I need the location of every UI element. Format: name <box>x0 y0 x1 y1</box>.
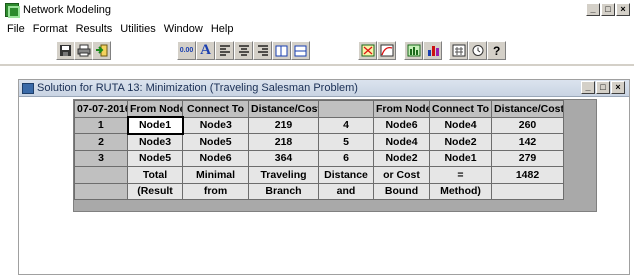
table-cell[interactable]: Node4 <box>373 133 430 151</box>
table-cell[interactable]: or Cost <box>373 166 430 184</box>
table-cell[interactable]: 219 <box>248 116 319 134</box>
table-cell[interactable]: Minimal <box>182 166 249 184</box>
row-header[interactable] <box>74 166 128 184</box>
align-left-icon[interactable] <box>215 41 234 60</box>
title-bar: Network Modeling _ □ × <box>0 0 634 20</box>
results-table: 07-07-2016 From Node Connect To Distance… <box>74 100 564 200</box>
table-cell[interactable]: Node4 <box>429 116 492 134</box>
header-row: 07-07-2016 From Node Connect To Distance… <box>74 100 564 118</box>
decimal-format-icon[interactable]: 0.00 <box>177 41 196 60</box>
table-cell[interactable]: = <box>429 166 492 184</box>
child-close-button[interactable]: × <box>611 81 625 94</box>
toolbar: 0.00 A ? <box>0 37 634 65</box>
application-window: Network Modeling _ □ × File Format Resul… <box>0 0 634 275</box>
date-header[interactable]: 07-07-2016 <box>74 100 128 118</box>
summary-row: Total Minimal Traveling Distance or Cost… <box>74 166 564 184</box>
column-header[interactable] <box>318 100 374 118</box>
solution-window: Solution for RUTA 13: Minimization (Trav… <box>18 79 630 275</box>
child-window-controls: _ □ × <box>581 81 625 94</box>
table-cell[interactable]: Node5 <box>127 149 183 167</box>
child-minimize-button[interactable]: _ <box>581 81 595 94</box>
window-icon <box>22 82 34 94</box>
menu-file[interactable]: File <box>4 23 30 35</box>
column-chart-icon[interactable] <box>423 41 442 60</box>
column-header[interactable]: From Node <box>373 100 430 118</box>
table-row: 3 Node5 Node6 364 6 Node2 Node1 279 <box>74 149 564 167</box>
column-header[interactable]: Distance/Cost <box>248 100 319 118</box>
table-cell[interactable]: 364 <box>248 149 319 167</box>
menu-help[interactable]: Help <box>208 23 239 35</box>
table-cell[interactable]: and <box>318 182 374 200</box>
table-cell[interactable]: Method) <box>429 182 492 200</box>
close-button[interactable]: × <box>616 3 630 16</box>
curve-chart-icon[interactable] <box>377 41 396 60</box>
table-cell[interactable]: Node6 <box>182 149 249 167</box>
table-cell[interactable]: Node2 <box>373 149 430 167</box>
menu-utilities[interactable]: Utilities <box>117 23 160 35</box>
table-cell[interactable]: Total <box>127 166 183 184</box>
table-cell[interactable]: 4 <box>318 116 374 134</box>
minimize-button[interactable]: _ <box>586 3 600 16</box>
table-row: 1 Node1 Node3 219 4 Node6 Node4 260 <box>74 116 564 135</box>
help-icon[interactable]: ? <box>487 41 506 60</box>
table-cell[interactable]: 218 <box>248 133 319 151</box>
maximize-button[interactable]: □ <box>601 3 615 16</box>
total-cost-cell[interactable]: 1482 <box>491 166 564 184</box>
network-graph-icon[interactable] <box>358 41 377 60</box>
row-header[interactable] <box>74 182 128 200</box>
table-cell[interactable]: Traveling <box>248 166 319 184</box>
column-width-icon[interactable] <box>272 41 291 60</box>
window-controls: _ □ × <box>586 3 630 16</box>
menu-window[interactable]: Window <box>161 23 208 35</box>
table-cell-selected[interactable]: Node1 <box>126 116 184 135</box>
child-maximize-button[interactable]: □ <box>596 81 610 94</box>
table-cell[interactable]: Node2 <box>429 133 492 151</box>
row-height-icon[interactable] <box>291 41 310 60</box>
app-title: Network Modeling <box>23 4 112 16</box>
mdi-workspace: Solution for RUTA 13: Minimization (Trav… <box>0 66 634 275</box>
font-icon[interactable]: A <box>196 41 215 60</box>
solution-window-title-bar[interactable]: Solution for RUTA 13: Minimization (Trav… <box>19 80 629 97</box>
table-cell[interactable]: Node5 <box>182 133 249 151</box>
column-header[interactable]: Connect To <box>182 100 249 118</box>
table-cell[interactable]: Branch <box>248 182 319 200</box>
column-header[interactable]: From Node <box>127 100 183 118</box>
exit-icon[interactable] <box>92 41 111 60</box>
table-cell[interactable]: (Result <box>127 182 183 200</box>
table-cell[interactable]: 279 <box>491 149 564 167</box>
bar-chart-icon[interactable] <box>404 41 423 60</box>
table-cell[interactable]: 260 <box>491 116 564 134</box>
table-cell[interactable]: Node3 <box>127 133 183 151</box>
column-header[interactable]: Connect To <box>429 100 492 118</box>
summary-row: (Result from Branch and Bound Method) <box>74 182 564 200</box>
save-icon[interactable] <box>56 41 75 60</box>
table-cell[interactable]: from <box>182 182 249 200</box>
align-right-icon[interactable] <box>253 41 272 60</box>
table-cell[interactable]: 5 <box>318 133 374 151</box>
svg-text:?: ? <box>493 44 500 57</box>
align-center-icon[interactable] <box>234 41 253 60</box>
menu-bar: File Format Results Utilities Window Hel… <box>0 20 634 37</box>
table-cell[interactable]: Node6 <box>373 116 430 134</box>
app-icon <box>5 3 20 18</box>
table-cell[interactable]: Node3 <box>182 116 249 134</box>
column-header[interactable]: Distance/Cost <box>491 100 564 118</box>
table-row: 2 Node3 Node5 218 5 Node4 Node2 142 <box>74 133 564 151</box>
table-cell[interactable]: Bound <box>373 182 430 200</box>
row-header[interactable]: 2 <box>74 133 128 151</box>
menu-results[interactable]: Results <box>73 23 118 35</box>
calculator-icon[interactable] <box>449 41 468 60</box>
print-icon[interactable] <box>74 41 93 60</box>
table-cell[interactable] <box>491 182 564 200</box>
clock-icon[interactable] <box>468 41 487 60</box>
solution-window-title: Solution for RUTA 13: Minimization (Trav… <box>37 82 358 94</box>
menu-format[interactable]: Format <box>30 23 73 35</box>
table-cell[interactable]: 6 <box>318 149 374 167</box>
table-cell[interactable]: Distance <box>318 166 374 184</box>
row-header[interactable]: 1 <box>74 116 128 134</box>
results-grid: 07-07-2016 From Node Connect To Distance… <box>73 99 597 212</box>
table-cell[interactable]: Node1 <box>429 149 492 167</box>
row-header[interactable]: 3 <box>74 149 128 167</box>
table-cell[interactable]: 142 <box>491 133 564 151</box>
